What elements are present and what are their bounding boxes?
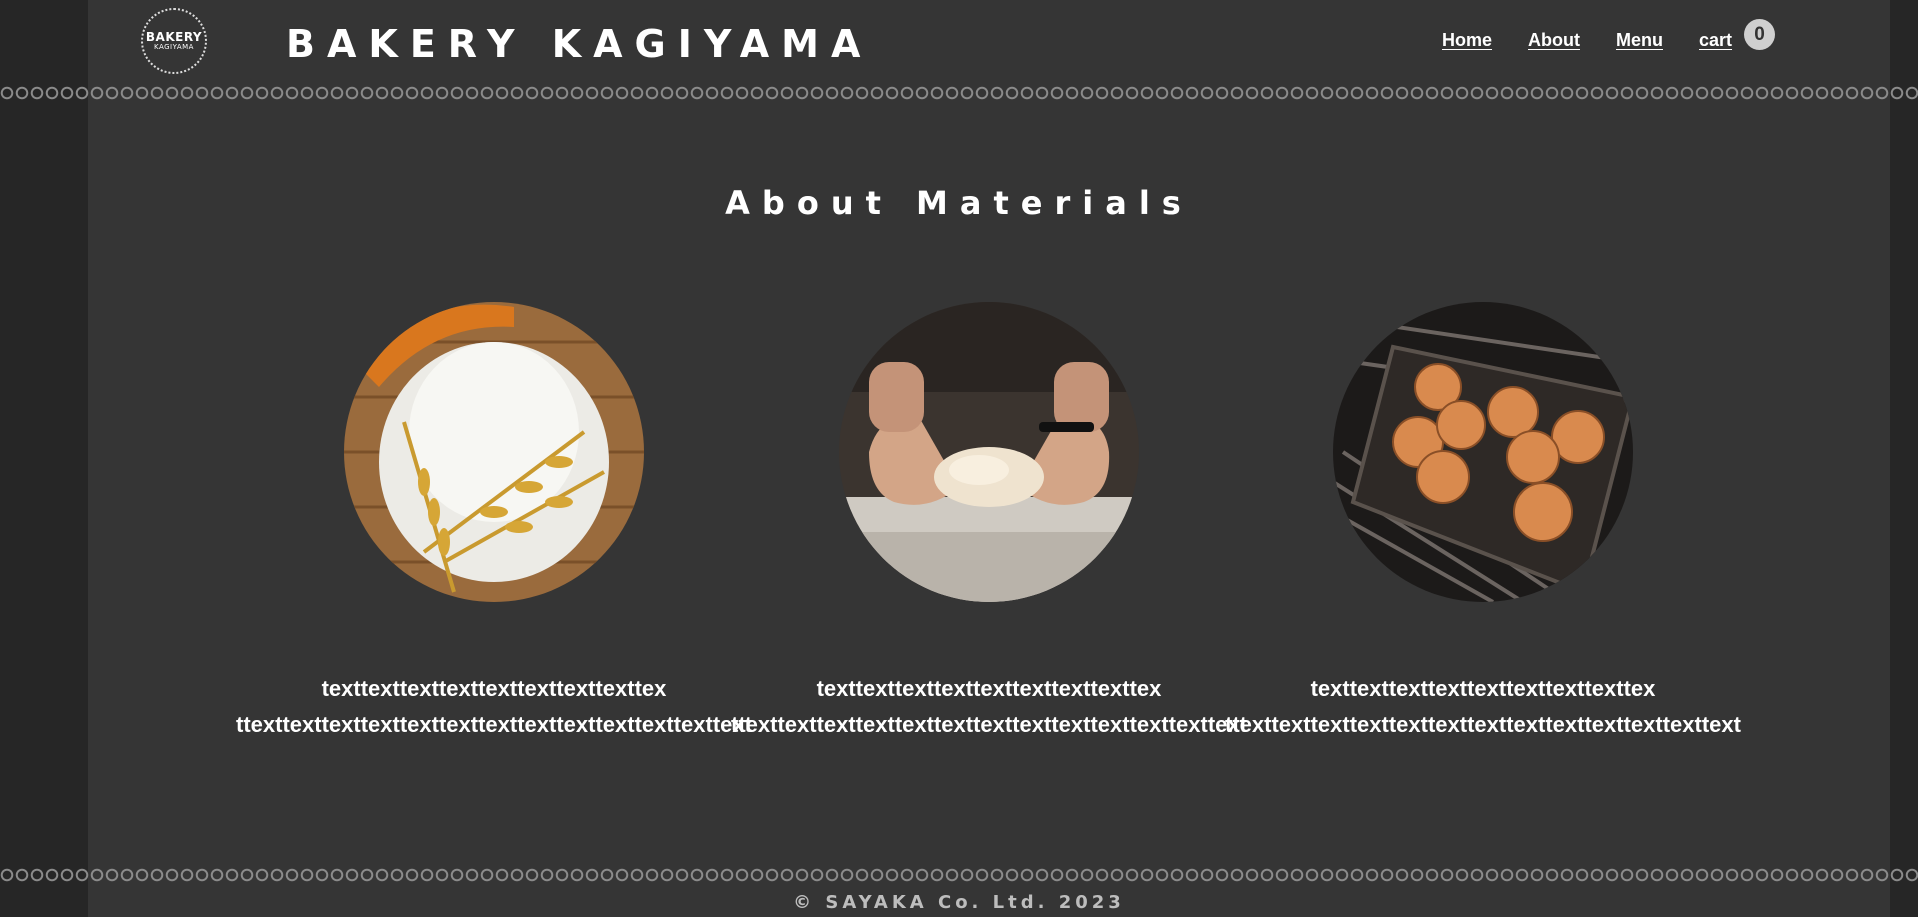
nav-menu-link[interactable]: Menu xyxy=(1616,30,1663,51)
logo[interactable]: BAKERY KAGIYAMA xyxy=(141,8,207,74)
card-text-line: texttexttexttexttexttexttexttexttex xyxy=(1310,676,1656,701)
footer-copyright: © SAYAKA Co. Ltd. 2023 xyxy=(793,892,1125,913)
nav-about-link[interactable]: About xyxy=(1528,30,1580,51)
site-title: BAKERY KAGIYAMA xyxy=(286,22,873,66)
card-text-line: ttexttexttexttexttexttexttexttexttexttex… xyxy=(731,712,1247,737)
kneading-dough-image xyxy=(839,302,1139,602)
left-border-band xyxy=(0,0,88,917)
page-heading: About Materials xyxy=(725,184,1193,222)
card-text-3: texttexttexttexttexttexttexttexttex ttex… xyxy=(1225,671,1918,743)
cart-count-badge[interactable]: 0 xyxy=(1744,19,1776,50)
nav-home-link[interactable]: Home xyxy=(1442,30,1492,51)
card-text-line: ttexttexttexttexttexttexttexttexttexttex… xyxy=(1225,712,1741,737)
card-text-line: texttexttexttexttexttexttexttexttex xyxy=(816,676,1162,701)
card-text-line: texttexttexttexttexttexttexttexttex xyxy=(321,676,667,701)
nav-cart-link[interactable]: cart xyxy=(1699,30,1732,51)
main-nav: Home About Menu cart 0 xyxy=(1442,19,1776,51)
logo-text-top: BAKERY xyxy=(145,29,203,44)
scalloped-divider-bottom xyxy=(0,868,1918,882)
bread-rolls-oven-image xyxy=(1333,302,1633,602)
logo-text-bottom: KAGIYAMA xyxy=(154,42,194,51)
right-border-band xyxy=(1890,0,1918,917)
card-text-line: ttexttexttexttexttexttexttexttexttexttex… xyxy=(236,712,752,737)
flour-wheat-image xyxy=(344,302,644,602)
scalloped-divider-top xyxy=(0,86,1918,100)
